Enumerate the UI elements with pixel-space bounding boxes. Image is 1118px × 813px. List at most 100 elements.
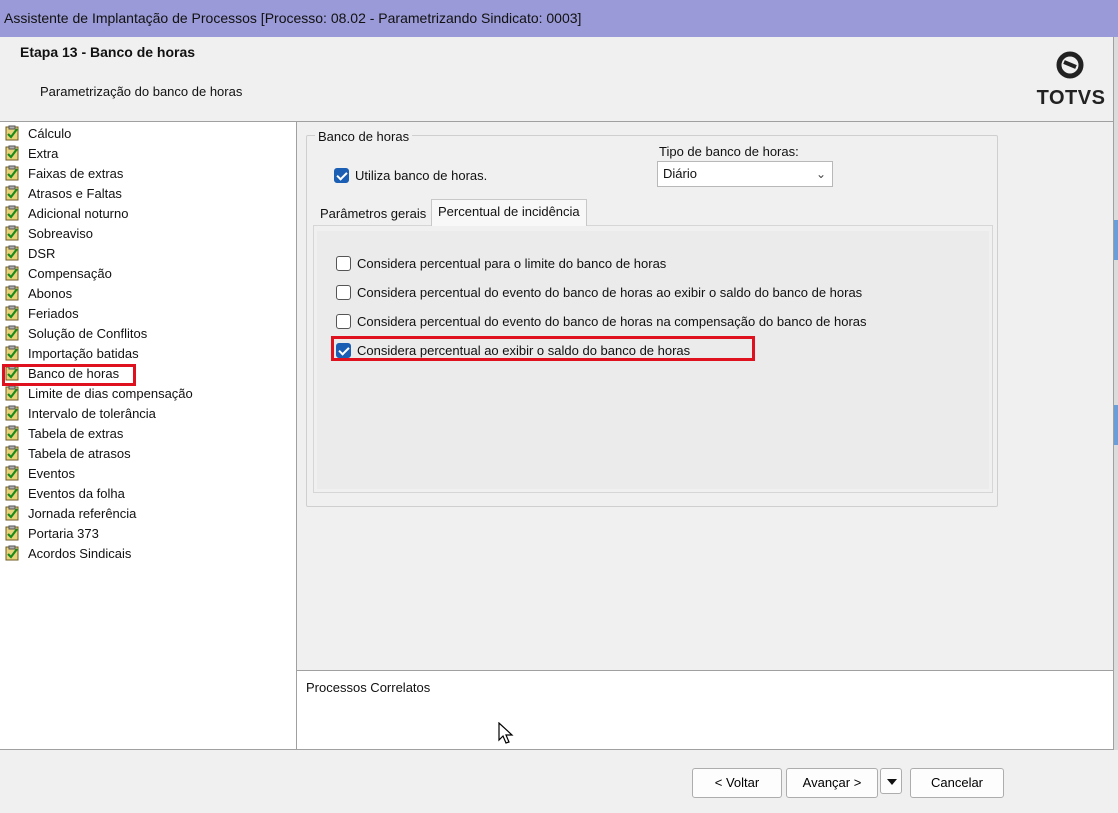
checked-clipboard-icon xyxy=(5,545,19,561)
wizard-footer: < Voltar Avançar > Cancelar xyxy=(0,750,1118,813)
tree-item-compensacao[interactable]: Compensação xyxy=(4,264,112,284)
tree-item-jornada-referencia[interactable]: Jornada referência xyxy=(4,504,136,524)
tree-item-tabela-de-extras[interactable]: Tabela de extras xyxy=(4,424,123,444)
chevron-down-icon: ⌄ xyxy=(815,167,826,181)
next-button[interactable]: Avançar > xyxy=(786,768,878,798)
related-processes-panel: Processos Correlatos xyxy=(297,670,1113,750)
tree-item-acordos-sindicais[interactable]: Acordos Sindicais xyxy=(4,544,131,564)
tree-item-label: Eventos da folha xyxy=(28,486,125,501)
tree-item-label: Faixas de extras xyxy=(28,166,124,181)
tree-item-limite-de-dias-compensacao[interactable]: Limite de dias compensação xyxy=(4,384,193,404)
option-limite-label: Considera percentual para o limite do ba… xyxy=(357,255,667,271)
tree-item-label: Cálculo xyxy=(28,126,72,141)
totvs-logo-text: TOTVS xyxy=(1036,87,1106,109)
checked-clipboard-icon xyxy=(5,525,19,541)
option-highlight xyxy=(331,336,755,361)
cancel-button[interactable]: Cancelar xyxy=(910,768,1004,798)
tree-item-feriados[interactable]: Feriados xyxy=(4,304,79,324)
tab-panel-content: Considera percentual para o limite do ba… xyxy=(317,231,989,489)
tree-item-sobreaviso[interactable]: Sobreaviso xyxy=(4,224,93,244)
checked-clipboard-icon xyxy=(5,325,19,341)
bank-type-select[interactable]: Diário ⌄ xyxy=(657,161,833,187)
step-subtitle: Parametrização do banco de horas xyxy=(40,84,243,99)
tree-item-faixas-de-extras[interactable]: Faixas de extras xyxy=(4,164,123,184)
use-bank-option[interactable]: Utiliza banco de horas. xyxy=(334,165,487,185)
steps-tree: Cálculo Extra Faixas de extras Atrasos e… xyxy=(0,121,297,750)
mouse-cursor-icon xyxy=(498,722,514,744)
tree-item-label: Extra xyxy=(28,146,59,161)
edge-marker xyxy=(1114,405,1118,445)
tree-item-label: Importação batidas xyxy=(28,346,139,361)
tab-percentual-de-incidencia[interactable]: Percentual de incidência xyxy=(431,199,587,226)
tree-item-label: Tabela de extras xyxy=(28,426,124,441)
checked-clipboard-icon xyxy=(5,505,19,521)
tree-item-label: Limite de dias compensação xyxy=(28,386,193,401)
related-processes-title: Processos Correlatos xyxy=(306,680,431,695)
checked-clipboard-icon xyxy=(5,445,19,461)
option-evento-saldo[interactable]: Considera percentual do evento do banco … xyxy=(336,281,862,303)
tree-item-tabela-de-atrasos[interactable]: Tabela de atrasos xyxy=(4,444,131,464)
option-limite-checkbox[interactable] xyxy=(336,256,351,272)
tree-item-label: Feriados xyxy=(28,306,79,321)
tree-item-abonos[interactable]: Abonos xyxy=(4,284,72,304)
option-limite[interactable]: Considera percentual para o limite do ba… xyxy=(336,252,666,274)
checked-clipboard-icon xyxy=(5,205,19,221)
totvs-logo-icon xyxy=(1056,51,1084,79)
checked-clipboard-icon xyxy=(5,145,19,161)
checked-clipboard-icon xyxy=(5,245,19,261)
totvs-logo: TOTVS xyxy=(1036,51,1106,111)
tree-item-dsr[interactable]: DSR xyxy=(4,244,55,264)
option-evento-saldo-checkbox[interactable] xyxy=(336,285,351,301)
tree-item-portaria-373[interactable]: Portaria 373 xyxy=(4,524,99,544)
tree-item-label: Solução de Conflitos xyxy=(28,326,148,341)
checked-clipboard-icon xyxy=(5,405,19,421)
banco-de-horas-group: Banco de horas Utiliza banco de horas. T… xyxy=(306,129,998,507)
option-evento-compensacao-label: Considera percentual do evento do banco … xyxy=(357,313,867,329)
tree-item-adicional-noturno[interactable]: Adicional noturno xyxy=(4,204,128,224)
checked-clipboard-icon xyxy=(5,225,19,241)
checked-clipboard-icon xyxy=(5,465,19,481)
tree-item-label: Intervalo de tolerância xyxy=(28,406,156,421)
tree-item-importacao-batidas[interactable]: Importação batidas xyxy=(4,344,139,364)
tree-item-label: Abonos xyxy=(28,286,73,301)
tree-item-label: Tabela de atrasos xyxy=(28,446,131,461)
tree-item-atrasos-e-faltas[interactable]: Atrasos e Faltas xyxy=(4,184,122,204)
checked-clipboard-icon xyxy=(5,385,19,401)
tree-item-calculo[interactable]: Cálculo xyxy=(4,124,71,144)
checked-clipboard-icon xyxy=(5,425,19,441)
tree-item-label: Atrasos e Faltas xyxy=(28,186,122,201)
step-content: Banco de horas Utiliza banco de horas. T… xyxy=(297,121,1113,670)
window-title: Assistente de Implantação de Processos [… xyxy=(0,0,1118,37)
next-dropdown-button[interactable] xyxy=(880,768,902,794)
use-bank-checkbox[interactable] xyxy=(334,168,349,184)
bank-type-label: Tipo de banco de horas: xyxy=(659,144,799,159)
tree-item-label: Compensação xyxy=(28,266,112,281)
option-evento-compensacao-checkbox[interactable] xyxy=(336,314,351,330)
tree-item-label: Adicional noturno xyxy=(28,206,129,221)
window-edge xyxy=(1113,37,1118,750)
tab-panel: Considera percentual para o limite do ba… xyxy=(313,225,993,493)
group-title: Banco de horas xyxy=(315,129,413,144)
back-button[interactable]: < Voltar xyxy=(692,768,782,798)
tree-item-eventos[interactable]: Eventos xyxy=(4,464,75,484)
use-bank-label: Utiliza banco de horas. xyxy=(355,167,488,183)
tree-item-intervalo-de-tolerancia[interactable]: Intervalo de tolerância xyxy=(4,404,156,424)
tree-item-label: Eventos xyxy=(28,466,75,481)
tree-item-label: Acordos Sindicais xyxy=(28,546,132,561)
tree-item-solucao-de-conflitos[interactable]: Solução de Conflitos xyxy=(4,324,147,344)
tree-item-label: DSR xyxy=(28,246,56,261)
bank-type-value: Diário xyxy=(663,166,697,181)
tab-parametros-gerais[interactable]: Parâmetros gerais xyxy=(313,203,433,225)
option-evento-compensacao[interactable]: Considera percentual do evento do banco … xyxy=(336,310,867,332)
checked-clipboard-icon xyxy=(5,185,19,201)
tree-item-eventos-da-folha[interactable]: Eventos da folha xyxy=(4,484,125,504)
checked-clipboard-icon xyxy=(5,305,19,321)
tree-item-label: Portaria 373 xyxy=(28,526,99,541)
tree-item-label: Jornada referência xyxy=(28,506,137,521)
checked-clipboard-icon xyxy=(5,485,19,501)
checked-clipboard-icon xyxy=(5,285,19,301)
edge-marker xyxy=(1114,220,1118,260)
checked-clipboard-icon xyxy=(5,125,19,141)
option-evento-saldo-label: Considera percentual do evento do banco … xyxy=(357,284,863,300)
tree-item-extra[interactable]: Extra xyxy=(4,144,58,164)
